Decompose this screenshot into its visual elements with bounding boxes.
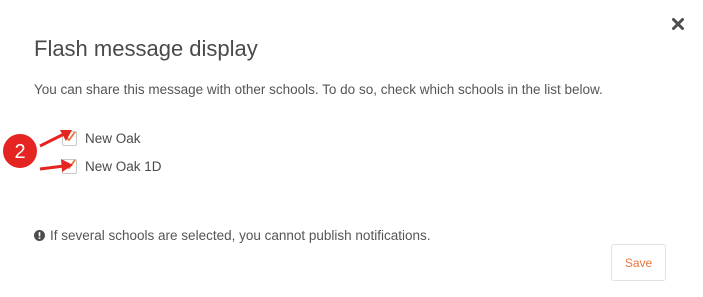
info-notice: If several schools are selected, you can… bbox=[34, 228, 430, 243]
school-option-new-oak[interactable]: New Oak bbox=[62, 129, 141, 147]
school-label: New Oak bbox=[85, 130, 141, 146]
flash-message-dialog: Flash message display You can share this… bbox=[0, 0, 703, 297]
step-number: 2 bbox=[14, 141, 25, 163]
info-text: If several schools are selected, you can… bbox=[50, 228, 431, 243]
checkmark-icon bbox=[65, 158, 76, 169]
close-icon bbox=[672, 18, 684, 30]
school-checkbox[interactable] bbox=[62, 158, 77, 174]
exclamation-circle-icon bbox=[34, 230, 45, 241]
save-button[interactable]: Save bbox=[611, 244, 666, 281]
checkmark-icon bbox=[65, 130, 76, 141]
step-number-badge: 2 bbox=[1, 132, 39, 170]
school-label: New Oak 1D bbox=[85, 158, 162, 174]
school-option-new-oak-1d[interactable]: New Oak 1D bbox=[62, 157, 162, 175]
school-checkbox[interactable] bbox=[62, 130, 77, 146]
dialog-description: You can share this message with other sc… bbox=[34, 82, 603, 97]
close-button[interactable] bbox=[668, 14, 688, 34]
dialog-title: Flash message display bbox=[34, 36, 258, 61]
